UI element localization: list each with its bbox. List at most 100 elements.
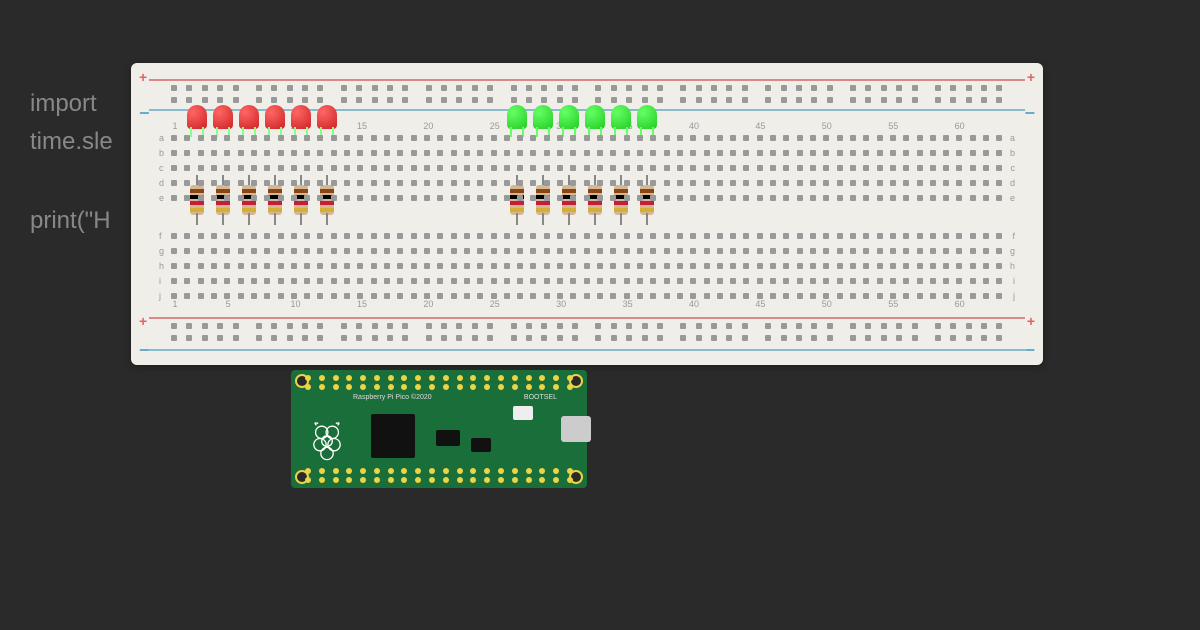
breadboard-hole[interactable] xyxy=(981,97,987,103)
breadboard-hole[interactable] xyxy=(704,293,710,299)
breadboard-hole[interactable] xyxy=(584,233,590,239)
breadboard-hole[interactable] xyxy=(956,293,962,299)
breadboard-hole[interactable] xyxy=(437,248,443,254)
breadboard-hole[interactable] xyxy=(491,233,497,239)
breadboard-hole[interactable] xyxy=(491,135,497,141)
breadboard-hole[interactable] xyxy=(637,150,643,156)
breadboard-hole[interactable] xyxy=(950,97,956,103)
breadboard-hole[interactable] xyxy=(890,293,896,299)
breadboard-hole[interactable] xyxy=(677,248,683,254)
breadboard-hole[interactable] xyxy=(996,293,1002,299)
breadboard-hole[interactable] xyxy=(526,323,532,329)
breadboard-hole[interactable] xyxy=(783,248,789,254)
breadboard-hole[interactable] xyxy=(526,335,532,341)
breadboard-hole[interactable] xyxy=(572,85,578,91)
breadboard-hole[interactable] xyxy=(983,248,989,254)
breadboard-hole[interactable] xyxy=(996,195,1002,201)
breadboard-hole[interactable] xyxy=(704,248,710,254)
breadboard-hole[interactable] xyxy=(704,165,710,171)
breadboard-hole[interactable] xyxy=(251,263,257,269)
breadboard-hole[interactable] xyxy=(264,180,270,186)
breadboard-hole[interactable] xyxy=(472,335,478,341)
breadboard-hole[interactable] xyxy=(637,248,643,254)
breadboard-hole[interactable] xyxy=(863,263,869,269)
breadboard-hole[interactable] xyxy=(996,97,1002,103)
breadboard-hole[interactable] xyxy=(837,263,843,269)
breadboard-hole[interactable] xyxy=(970,263,976,269)
breadboard-hole[interactable] xyxy=(704,150,710,156)
breadboard-hole[interactable] xyxy=(597,165,603,171)
breadboard-hole[interactable] xyxy=(850,263,856,269)
breadboard-hole[interactable] xyxy=(572,335,578,341)
gpio-pin[interactable] xyxy=(415,384,421,390)
gpio-pin[interactable] xyxy=(484,375,490,381)
breadboard-hole[interactable] xyxy=(850,278,856,284)
breadboard-hole[interactable] xyxy=(472,323,478,329)
breadboard-hole[interactable] xyxy=(477,233,483,239)
breadboard-hole[interactable] xyxy=(238,263,244,269)
breadboard-hole[interactable] xyxy=(823,248,829,254)
breadboard-hole[interactable] xyxy=(743,180,749,186)
breadboard-hole[interactable] xyxy=(387,323,393,329)
breadboard-hole[interactable] xyxy=(717,248,723,254)
breadboard-hole[interactable] xyxy=(956,135,962,141)
breadboard-hole[interactable] xyxy=(233,85,239,91)
breadboard-hole[interactable] xyxy=(504,195,510,201)
breadboard-hole[interactable] xyxy=(317,150,323,156)
breadboard-hole[interactable] xyxy=(783,150,789,156)
breadboard-hole[interactable] xyxy=(970,135,976,141)
breadboard-hole[interactable] xyxy=(331,248,337,254)
breadboard-hole[interactable] xyxy=(743,165,749,171)
green-led[interactable] xyxy=(507,105,527,129)
breadboard-hole[interactable] xyxy=(344,233,350,239)
breadboard-hole[interactable] xyxy=(943,180,949,186)
breadboard-hole[interactable] xyxy=(424,150,430,156)
gpio-pin[interactable] xyxy=(333,477,339,483)
red-led[interactable] xyxy=(291,105,311,129)
gpio-pin[interactable] xyxy=(539,468,545,474)
breadboard-hole[interactable] xyxy=(865,323,871,329)
breadboard-hole[interactable] xyxy=(624,165,630,171)
breadboard-hole[interactable] xyxy=(837,248,843,254)
breadboard-hole[interactable] xyxy=(837,165,843,171)
breadboard-hole[interactable] xyxy=(202,335,208,341)
breadboard-hole[interactable] xyxy=(711,85,717,91)
breadboard-hole[interactable] xyxy=(317,85,323,91)
breadboard-hole[interactable] xyxy=(837,150,843,156)
breadboard-hole[interactable] xyxy=(770,278,776,284)
breadboard-hole[interactable] xyxy=(966,335,972,341)
breadboard-hole[interactable] xyxy=(877,293,883,299)
breadboard-hole[interactable] xyxy=(198,165,204,171)
breadboard-hole[interactable] xyxy=(171,278,177,284)
usb-port[interactable] xyxy=(561,416,591,442)
breadboard-hole[interactable] xyxy=(477,248,483,254)
breadboard-hole[interactable] xyxy=(664,135,670,141)
breadboard-hole[interactable] xyxy=(770,195,776,201)
breadboard-hole[interactable] xyxy=(704,135,710,141)
breadboard-hole[interactable] xyxy=(637,263,643,269)
breadboard-hole[interactable] xyxy=(890,135,896,141)
breadboard-hole[interactable] xyxy=(287,323,293,329)
breadboard-hole[interactable] xyxy=(726,323,732,329)
breadboard-hole[interactable] xyxy=(317,195,323,201)
breadboard-hole[interactable] xyxy=(966,323,972,329)
breadboard-hole[interactable] xyxy=(424,135,430,141)
breadboard-hole[interactable] xyxy=(930,278,936,284)
breadboard-hole[interactable] xyxy=(770,135,776,141)
gpio-pin[interactable] xyxy=(512,477,518,483)
breadboard-hole[interactable] xyxy=(464,135,470,141)
breadboard-hole[interactable] xyxy=(877,195,883,201)
breadboard-hole[interactable] xyxy=(970,180,976,186)
breadboard-hole[interactable] xyxy=(397,150,403,156)
breadboard-hole[interactable] xyxy=(970,278,976,284)
breadboard-hole[interactable] xyxy=(477,150,483,156)
breadboard-hole[interactable] xyxy=(850,233,856,239)
breadboard-hole[interactable] xyxy=(264,293,270,299)
breadboard-hole[interactable] xyxy=(184,195,190,201)
breadboard-hole[interactable] xyxy=(202,323,208,329)
gpio-pin[interactable] xyxy=(470,477,476,483)
breadboard-hole[interactable] xyxy=(903,278,909,284)
breadboard-hole[interactable] xyxy=(757,135,763,141)
breadboard-hole[interactable] xyxy=(657,323,663,329)
breadboard-hole[interactable] xyxy=(317,165,323,171)
